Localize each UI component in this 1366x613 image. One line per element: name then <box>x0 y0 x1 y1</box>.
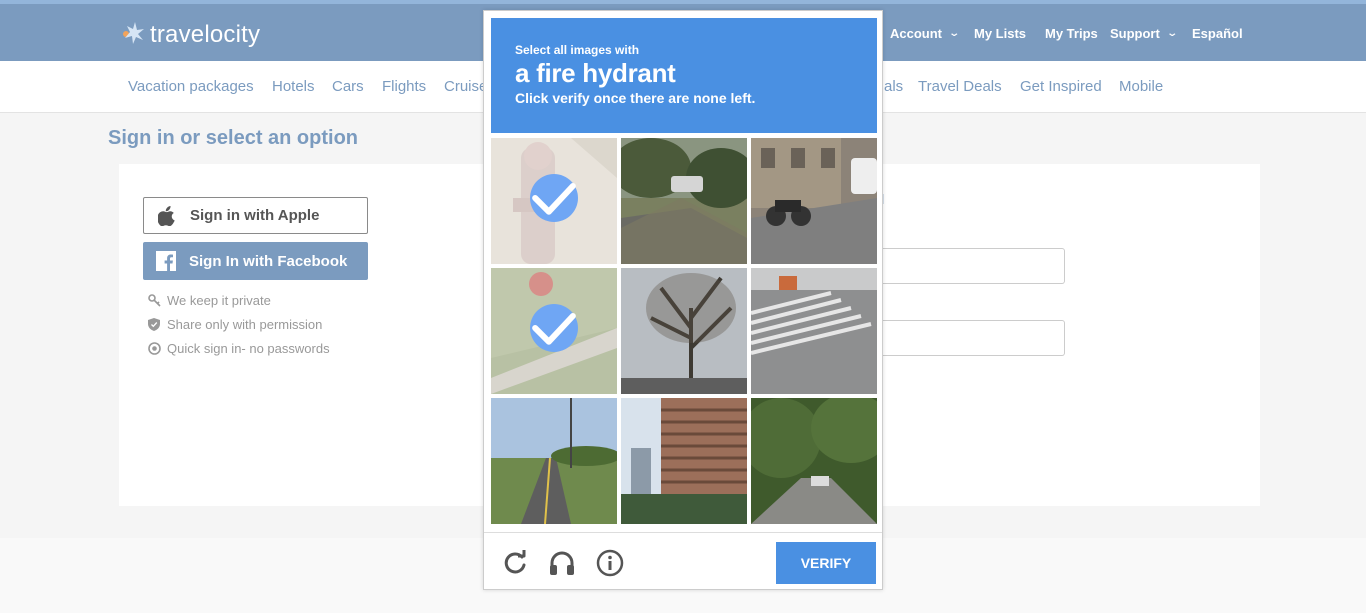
email-field[interactable] <box>878 248 1065 284</box>
page-title: Sign in or select an option <box>108 127 359 149</box>
nav-travel-deals[interactable]: Travel Deals <box>918 78 1002 95</box>
info-icon[interactable] <box>596 549 624 577</box>
travelocity-logo[interactable]: travelocity <box>118 20 260 50</box>
captcha-dialog: Select all images with a fire hydrant Cl… <box>483 10 883 590</box>
apple-icon <box>144 205 190 226</box>
headphones-icon[interactable] <box>548 549 576 577</box>
nav-get-inspired[interactable]: Get Inspired <box>1020 78 1102 95</box>
perk-text: Quick sign in- no passwords <box>167 341 330 356</box>
captcha-prompt: Select all images with <box>515 43 640 57</box>
captcha-tile-9[interactable] <box>751 398 877 524</box>
captcha-tile-2[interactable] <box>621 138 747 264</box>
verify-button[interactable]: VERIFY <box>776 542 876 584</box>
perk-text: Share only with permission <box>167 317 323 332</box>
nav-hotels[interactable]: Hotels <box>272 78 315 95</box>
facebook-icon <box>143 251 189 271</box>
sign-in-facebook-button[interactable]: Sign In with Facebook <box>143 242 368 280</box>
nav-vacation-packages[interactable]: Vacation packages <box>128 78 254 95</box>
perk-permission: Share only with permission <box>148 317 322 332</box>
support-label: Support <box>1110 26 1160 41</box>
shield-icon <box>148 318 167 331</box>
apple-button-label: Sign in with Apple <box>190 207 320 224</box>
travelocity-star-icon <box>118 20 148 50</box>
checkmark-icon <box>530 304 578 352</box>
captcha-hint: Click verify once there are none left. <box>515 90 756 106</box>
captcha-image-grid <box>491 138 877 524</box>
sign-in-apple-button[interactable]: Sign in with Apple <box>143 197 368 234</box>
perk-text: We keep it private <box>167 293 271 308</box>
captcha-footer: VERIFY <box>484 532 882 589</box>
captcha-tile-8[interactable] <box>621 398 747 524</box>
nav-flights[interactable]: Flights <box>382 78 426 95</box>
my-trips-link[interactable]: My Trips <box>1045 26 1098 41</box>
chevron-down-icon: ⌄ <box>948 28 961 39</box>
captcha-target: a fire hydrant <box>515 58 676 88</box>
my-lists-link[interactable]: My Lists <box>974 26 1026 41</box>
captcha-tile-5[interactable] <box>621 268 747 394</box>
chevron-down-icon: ⌄ <box>1166 28 1178 39</box>
account-menu[interactable]: Account ⌄ <box>890 26 961 41</box>
captcha-instructions: Select all images with a fire hydrant Cl… <box>491 18 877 133</box>
account-label: Account <box>890 26 942 41</box>
perk-private: We keep it private <box>148 293 271 308</box>
brand-name: travelocity <box>150 21 261 48</box>
support-menu[interactable]: Support ⌄ <box>1110 26 1178 41</box>
captcha-tile-3[interactable] <box>751 138 877 264</box>
key-icon <box>148 294 167 307</box>
nav-cruises[interactable]: Cruise <box>444 78 487 95</box>
captcha-tile-7[interactable] <box>491 398 617 524</box>
target-icon <box>148 342 167 355</box>
facebook-button-label: Sign In with Facebook <box>189 252 348 270</box>
perk-quick-sign-in: Quick sign in- no passwords <box>148 341 330 356</box>
captcha-tile-1[interactable] <box>491 138 617 264</box>
captcha-tile-4[interactable] <box>491 268 617 394</box>
captcha-tile-6[interactable] <box>751 268 877 394</box>
password-field[interactable] <box>878 320 1065 356</box>
reload-icon[interactable] <box>501 549 529 577</box>
nav-mobile[interactable]: Mobile <box>1119 78 1163 95</box>
checkmark-icon <box>530 174 578 222</box>
language-link[interactable]: Español <box>1192 26 1243 41</box>
nav-deals[interactable]: als <box>884 78 903 95</box>
nav-cars[interactable]: Cars <box>332 78 364 95</box>
